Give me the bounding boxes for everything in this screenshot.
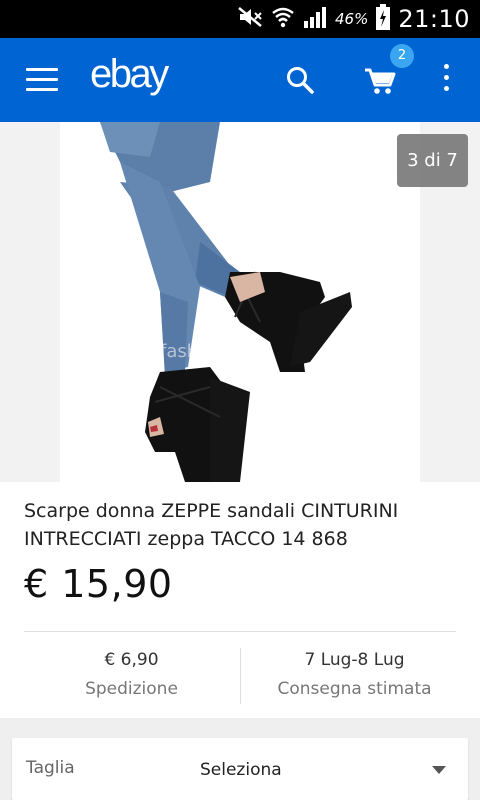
size-select-label: Taglia: [26, 758, 75, 778]
size-select-value: Seleziona: [200, 760, 282, 780]
status-icons: 46% 21:10: [237, 4, 470, 34]
mute-icon: [237, 6, 263, 32]
battery-percent: 46%: [334, 10, 369, 28]
clock: 21:10: [398, 5, 470, 33]
divider: [240, 648, 241, 704]
delivery-label: Consegna stimata: [277, 679, 432, 699]
size-select[interactable]: Taglia Seleziona: [12, 738, 468, 800]
delivery-dates: 7 Lug-8 Lug: [304, 650, 405, 670]
cart-icon[interactable]: [362, 62, 398, 98]
image-counter: 3 di 7: [397, 134, 468, 187]
app-bar: ebay 2: [0, 38, 480, 122]
product-photo[interactable]: fashion: [60, 122, 420, 482]
menu-icon[interactable]: [26, 68, 58, 92]
shipping-cost-label: Spedizione: [85, 679, 178, 699]
product-title: Scarpe donna ZEPPE sandali CINTURINI INT…: [24, 500, 399, 550]
watermark: fashion: [160, 341, 226, 362]
battery-icon: [376, 4, 391, 34]
shipping-cost-block: € 6,90 Spedizione: [24, 646, 239, 704]
caret-down-icon: [432, 766, 446, 774]
signal-icon: [303, 5, 327, 33]
delivery-estimate-block: 7 Lug-8 Lug Consegna stimata: [247, 646, 462, 704]
cart-count-badge[interactable]: 2: [390, 44, 414, 68]
product-price: € 15,90: [24, 562, 173, 606]
ebay-logo[interactable]: ebay: [90, 52, 169, 97]
search-icon[interactable]: [284, 64, 316, 96]
status-bar: 46% 21:10: [0, 0, 480, 38]
shipping-cost: € 6,90: [104, 650, 159, 670]
more-vert-icon[interactable]: [436, 64, 456, 96]
divider: [24, 631, 456, 632]
wifi-icon: [271, 5, 295, 33]
